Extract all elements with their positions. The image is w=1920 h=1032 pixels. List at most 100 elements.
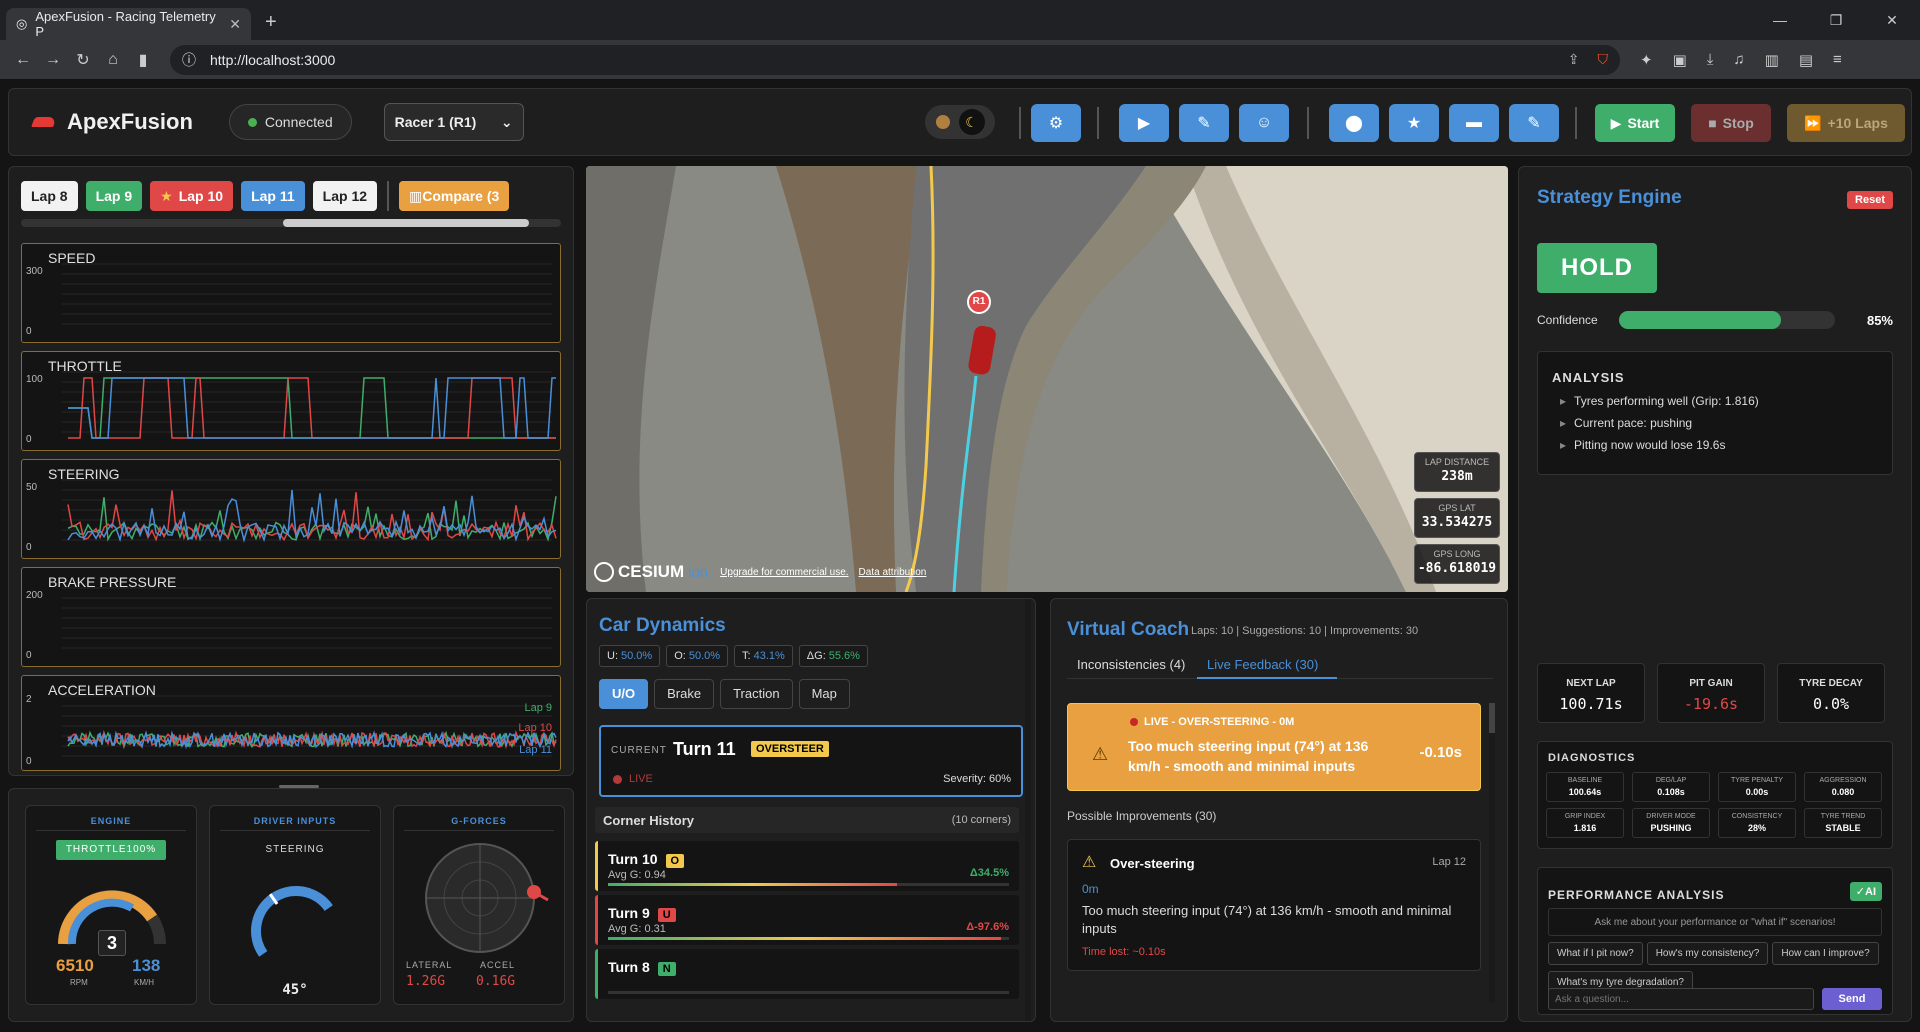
wallet2-icon[interactable]: ▤ bbox=[1799, 51, 1813, 69]
wallet-icon[interactable]: ▣ bbox=[1673, 51, 1687, 69]
new-tab-icon[interactable]: + bbox=[265, 11, 277, 34]
dynamics-tab[interactable]: Map bbox=[798, 679, 850, 709]
extensions-icon[interactable]: ✦ bbox=[1640, 51, 1653, 69]
tab-inconsistencies[interactable]: Inconsistencies (4) bbox=[1077, 657, 1185, 672]
compare-button[interactable]: ▥ Compare (3 bbox=[399, 181, 510, 211]
resize-handle[interactable] bbox=[279, 785, 319, 788]
theme-toggle[interactable]: ☾ bbox=[925, 105, 995, 139]
improvement-item[interactable]: ⚠ Over-steering Lap 12 0m Too much steer… bbox=[1067, 839, 1481, 971]
home-icon[interactable]: ⌂ bbox=[98, 51, 128, 69]
stop-label: Stop bbox=[1722, 115, 1754, 131]
media-icon[interactable]: ♫ bbox=[1733, 51, 1744, 69]
reload-icon[interactable]: ↻ bbox=[68, 50, 98, 70]
acceleration-plot bbox=[62, 695, 557, 757]
dynamics-tab[interactable]: Brake bbox=[654, 679, 715, 709]
url-field[interactable]: ⓘ http://localhost:3000 ⇪ ⛉ bbox=[170, 44, 1620, 75]
sidebar-icon[interactable]: ▥ bbox=[1765, 51, 1779, 69]
corner-delta: Δ34.5% bbox=[969, 867, 1009, 879]
item-distance: 0m bbox=[1082, 882, 1099, 896]
racer-select[interactable]: Racer 1 (R1) ⌄ bbox=[383, 103, 524, 141]
lap-tab[interactable]: Lap 12 bbox=[312, 181, 378, 211]
lap-tabs: Lap 8 Lap 9 ★ Lap 10 Lap 11 Lap 12 ▥ Compare (… bbox=[21, 181, 571, 211]
attribution-link[interactable]: Data attribution bbox=[859, 567, 927, 578]
gps-lat-label: GPS LAT bbox=[1438, 503, 1476, 513]
location-button[interactable]: ⬤ bbox=[1329, 104, 1379, 142]
favorite-button[interactable]: ★ bbox=[1389, 104, 1439, 142]
downloads-icon[interactable]: ⤓ bbox=[1707, 51, 1714, 69]
item-lap: Lap 12 bbox=[1432, 856, 1466, 868]
rpm-value: 6510 bbox=[56, 956, 94, 975]
back-icon[interactable]: ← bbox=[8, 51, 38, 69]
item-title: Over-steering bbox=[1110, 856, 1195, 871]
close-window-icon[interactable]: ✕ bbox=[1864, 0, 1920, 40]
scrollbar[interactable] bbox=[1025, 599, 1031, 1021]
add-laps-label: +10 Laps bbox=[1827, 115, 1888, 131]
minimize-icon[interactable]: — bbox=[1752, 0, 1808, 40]
corner-history-item[interactable]: Turn 9 U Avg G: 0.31 Δ-97.6% bbox=[595, 895, 1019, 945]
browser-tab[interactable]: ◎ ApexFusion - Racing Telemetry P ✕ bbox=[6, 8, 251, 40]
upgrade-link[interactable]: Upgrade for commercial use. bbox=[720, 567, 848, 578]
route-button[interactable]: ✎ bbox=[1509, 104, 1559, 142]
current-corner-card: CURRENT Turn 11 OVERSTEER LIVE Severity:… bbox=[599, 725, 1023, 797]
scrollbar[interactable] bbox=[1489, 703, 1495, 1003]
lap-tabs-scrollbar[interactable] bbox=[21, 219, 561, 227]
chevron-down-icon: ⌄ bbox=[500, 113, 513, 130]
lap-tab[interactable]: Lap 11 bbox=[241, 181, 305, 211]
diagnostic-label: DEG/LAP bbox=[1655, 777, 1687, 784]
next-lap-label: NEXT LAP bbox=[1566, 678, 1616, 689]
driver-icon: ☺ bbox=[1255, 114, 1273, 131]
pill-key: ΔG: bbox=[806, 650, 826, 662]
analysis-item: ▸ Pitting now would lose 19.6s bbox=[1560, 438, 1759, 452]
close-tab-icon[interactable]: ✕ bbox=[229, 16, 241, 33]
live-dot-icon bbox=[613, 775, 622, 784]
diagnostic-label: TYRE PENALTY bbox=[1731, 777, 1783, 784]
brave-shield-icon[interactable]: ⛉ bbox=[1598, 51, 1609, 68]
track-map[interactable]: R1 CESIUM ion Upgrade for commercial use… bbox=[586, 166, 1508, 592]
lap-tab[interactable]: ★ Lap 10 bbox=[150, 181, 234, 211]
dynamics-tab[interactable]: Traction bbox=[720, 679, 793, 709]
maximize-icon[interactable]: ❐ bbox=[1808, 0, 1864, 40]
scrollbar-thumb[interactable] bbox=[283, 219, 529, 227]
camera-button[interactable]: ▶ bbox=[1119, 104, 1169, 142]
lap-tab[interactable]: Lap 9 bbox=[85, 181, 143, 211]
start-button[interactable]: ▶ Start bbox=[1595, 104, 1675, 142]
pill-value: 50.0% bbox=[621, 650, 653, 662]
corner-history-item[interactable]: Turn 8 N bbox=[595, 949, 1019, 999]
corner-history-item[interactable]: Turn 10 O Avg G: 0.94 Δ34.5% bbox=[595, 841, 1019, 891]
cesium-logo-icon bbox=[594, 562, 614, 582]
cesium-ion-text: ion bbox=[688, 563, 709, 581]
history-count: (10 corners) bbox=[951, 814, 1011, 826]
tab-live-feedback[interactable]: Live Feedback (30) bbox=[1207, 657, 1318, 672]
add-laps-button[interactable]: ⏩ +10 Laps bbox=[1787, 104, 1905, 142]
driver-button[interactable]: ☺ bbox=[1239, 104, 1289, 142]
location-pin-icon: ⬤ bbox=[1345, 115, 1363, 132]
steering-chart: STEERING 50 0 bbox=[21, 459, 561, 559]
warning-icon: ⚠ bbox=[1092, 744, 1109, 764]
share-icon[interactable]: ⇪ bbox=[1568, 51, 1580, 68]
window-controls: — ❐ ✕ bbox=[1752, 0, 1920, 40]
gauge-title: G-FORCES bbox=[451, 816, 507, 826]
virtual-coach-panel: Virtual Coach Laps: 10 | Suggestions: 10… bbox=[1050, 598, 1508, 1022]
url-text: http://localhost:3000 bbox=[210, 51, 336, 68]
track-icon: ✎ bbox=[1197, 115, 1211, 132]
bookmark-icon[interactable]: ▮ bbox=[128, 50, 158, 70]
metric-pill: U: 50.0% bbox=[599, 645, 661, 667]
forward-icon[interactable]: → bbox=[38, 51, 68, 69]
dynamics-tab[interactable]: U/O bbox=[599, 679, 649, 709]
lap-tab[interactable]: Lap 8 bbox=[21, 181, 78, 211]
site-info-icon[interactable]: ⓘ bbox=[182, 50, 196, 70]
app-name: ApexFusion bbox=[67, 109, 193, 134]
car-button[interactable]: ▬ bbox=[1449, 104, 1499, 142]
address-bar-row: ← → ↻ ⌂ ▮ ⓘ http://localhost:3000 ⇪ ⛉ ✦ ▣… bbox=[0, 40, 1920, 80]
pill-key: O: bbox=[674, 650, 686, 662]
settings-button[interactable]: ⚙ bbox=[1031, 104, 1081, 142]
diagnostic-label: GRIP INDEX bbox=[1564, 813, 1606, 820]
racer-marker[interactable]: R1 bbox=[967, 290, 991, 314]
diagnostic-value: 1.816 bbox=[1573, 823, 1597, 833]
star-icon: ★ bbox=[160, 187, 173, 204]
stop-button[interactable]: ■ Stop bbox=[1691, 104, 1771, 142]
track-button[interactable]: ✎ bbox=[1179, 104, 1229, 142]
reset-button[interactable]: Reset bbox=[1847, 191, 1893, 209]
menu-icon[interactable]: ≡ bbox=[1833, 51, 1842, 69]
diagnostics-box: DIAGNOSTICS BASELINE 100.64s DEG/LAP 0.108s… bbox=[1537, 741, 1893, 849]
